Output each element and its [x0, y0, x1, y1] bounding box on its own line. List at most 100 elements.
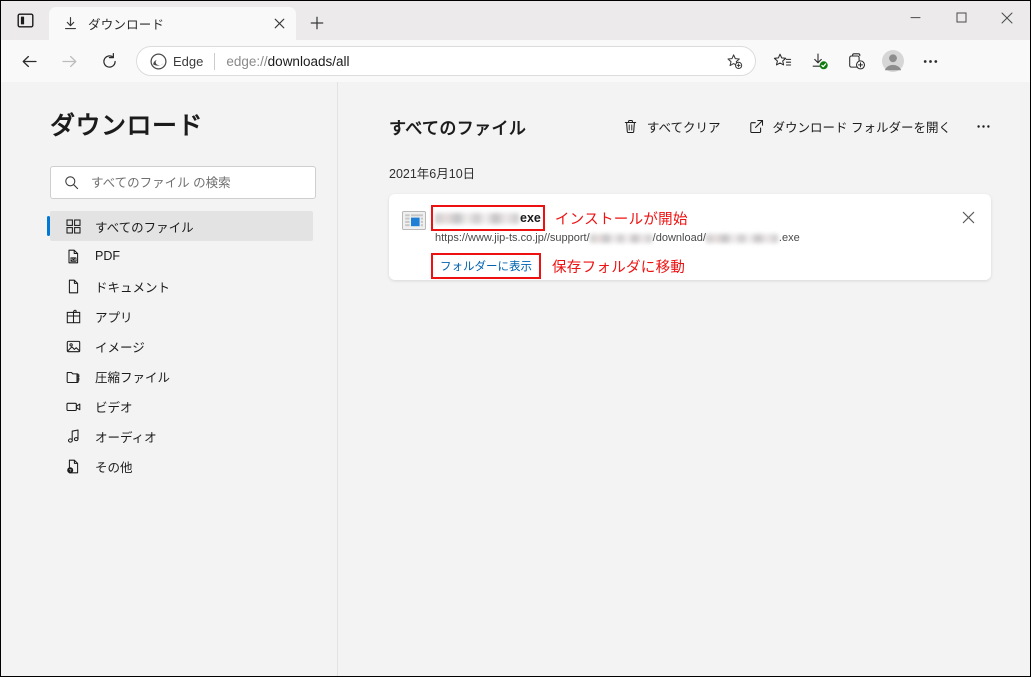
sidebar-item-label: イメージ [95, 337, 145, 356]
back-button[interactable] [12, 44, 46, 78]
window-minimize-button[interactable] [892, 1, 938, 34]
new-tab-button[interactable] [302, 8, 332, 38]
sidebar-item-label: 圧縮ファイル [95, 367, 170, 386]
navigation-toolbar: Edge edge://downloads/all [1, 40, 1030, 82]
settings-and-more-button[interactable] [913, 44, 947, 78]
url-middle: /download/ [653, 232, 706, 244]
sidebar-item-label: アプリ [95, 307, 133, 326]
download-item-close-button[interactable] [955, 204, 981, 230]
downloads-icon [810, 52, 829, 71]
download-date-group-header: 2021年6月10日 [389, 163, 997, 182]
download-actions-row: フォルダーに表示 保存フォルダに移動 [431, 253, 685, 279]
sidebar-item-compressed[interactable]: 圧縮ファイル [50, 361, 313, 391]
open-downloads-folder-label: ダウンロード フォルダーを開く [773, 117, 951, 136]
close-icon [962, 211, 975, 224]
sidebar-item-label: その他 [95, 457, 133, 476]
apps-icon [65, 308, 82, 325]
redacted-filename [435, 213, 519, 224]
sidebar-item-all-files[interactable]: すべてのファイル [50, 211, 313, 241]
url-scheme: edge:// [226, 54, 267, 69]
downloads-more-options-button[interactable] [969, 112, 997, 140]
forward-button[interactable] [52, 44, 86, 78]
pdf-file-icon: PDF [65, 248, 82, 265]
collections-button[interactable] [839, 44, 873, 78]
ellipsis-icon [921, 52, 940, 71]
show-in-folder-highlight-box: フォルダーに表示 [431, 253, 541, 279]
show-in-folder-button[interactable]: フォルダーに表示 [433, 255, 539, 277]
url-path: downloads/all [268, 54, 350, 69]
window-maximize-button[interactable] [938, 1, 984, 34]
download-arrow-icon [61, 15, 79, 33]
refresh-button[interactable] [92, 44, 126, 78]
profile-avatar-icon [881, 49, 905, 73]
main-header: すべてのファイル すべてクリア [389, 112, 997, 140]
download-category-list: すべてのファイル PDF PDF [1, 211, 337, 481]
address-bar[interactable]: Edge edge://downloads/all [136, 46, 756, 76]
tab-strip: ダウンロード [1, 1, 1030, 40]
profile-button[interactable] [876, 44, 910, 78]
annotation-install-started: インストールが開始 [555, 208, 688, 229]
zip-folder-icon [65, 368, 82, 385]
video-icon [65, 398, 82, 415]
window-caption-buttons [892, 1, 1030, 34]
plus-icon [310, 16, 324, 30]
close-icon [1001, 12, 1013, 24]
downloads-page: ダウンロード [1, 82, 1030, 676]
redacted-url-segment-2 [706, 234, 778, 243]
sidebar-item-videos[interactable]: ビデオ [50, 391, 313, 421]
sidebar-item-pdf[interactable]: PDF PDF [50, 241, 313, 271]
edge-browser-window: ダウンロード [0, 0, 1031, 677]
download-item-card[interactable]: exe インストールが開始 https://www.jip-ts.co.jp//… [389, 194, 991, 280]
edge-logo-icon [150, 53, 167, 70]
window-close-button[interactable] [984, 1, 1030, 34]
ellipsis-icon [975, 118, 992, 135]
tab-close-button[interactable] [268, 13, 290, 35]
document-icon [65, 278, 82, 295]
other-file-icon: ? [65, 458, 82, 475]
filename-highlight-box: exe [431, 205, 545, 231]
downloads-button[interactable] [802, 44, 836, 78]
sidebar-item-label: すべてのファイル [95, 217, 194, 236]
omnibox-url[interactable]: edge://downloads/all [226, 54, 717, 69]
file-extension-label: exe [520, 211, 541, 225]
back-arrow-icon [20, 52, 39, 71]
url-prefix: https://www.jip-ts.co.jp//support/ [435, 232, 590, 244]
favorites-icon [773, 52, 792, 71]
audio-note-icon [65, 428, 82, 445]
search-input[interactable] [91, 176, 315, 190]
omnibox-divider [214, 53, 215, 70]
sidebar-item-label: PDF [95, 249, 120, 263]
download-file-name[interactable]: exe [433, 207, 543, 229]
browser-tab-downloads[interactable]: ダウンロード [49, 7, 296, 40]
image-icon [65, 338, 82, 355]
downloads-sidebar: ダウンロード [1, 82, 338, 676]
sidebar-item-other[interactable]: ? その他 [50, 451, 313, 481]
sidebar-item-label: ビデオ [95, 397, 133, 416]
trash-icon [623, 118, 639, 134]
annotation-move-to-folder: 保存フォルダに移動 [552, 256, 685, 277]
collections-icon [847, 52, 866, 71]
search-icon [63, 175, 79, 191]
clear-all-button[interactable]: すべてクリア [619, 112, 725, 140]
refresh-icon [100, 52, 119, 71]
minimize-icon [910, 12, 921, 23]
sidebar-item-images[interactable]: イメージ [50, 331, 313, 361]
open-downloads-folder-button[interactable]: ダウンロード フォルダーを開く [745, 112, 955, 140]
open-external-icon [749, 118, 765, 134]
redacted-url-segment-1 [590, 234, 652, 243]
sidebar-item-documents[interactable]: ドキュメント [50, 271, 313, 301]
tab-actions-button[interactable] [1, 1, 49, 40]
sidebar-item-label: オーディオ [95, 427, 157, 446]
download-file-name-row: exe インストールが開始 [431, 205, 688, 231]
favorites-button[interactable] [765, 44, 799, 78]
clear-all-label: すべてクリア [647, 117, 721, 136]
search-downloads-box[interactable] [50, 166, 316, 199]
main-header-actions: すべてクリア ダウンロード フォルダーを開く [599, 112, 997, 140]
omnibox-brand-label: Edge [173, 54, 203, 69]
page-title: ダウンロード [50, 106, 337, 142]
sidebar-item-audio[interactable]: オーディオ [50, 421, 313, 451]
sidebar-item-apps[interactable]: アプリ [50, 301, 313, 331]
tab-actions-icon [17, 12, 34, 29]
star-add-icon[interactable] [721, 48, 747, 74]
toolbar-right-icons [762, 44, 953, 78]
